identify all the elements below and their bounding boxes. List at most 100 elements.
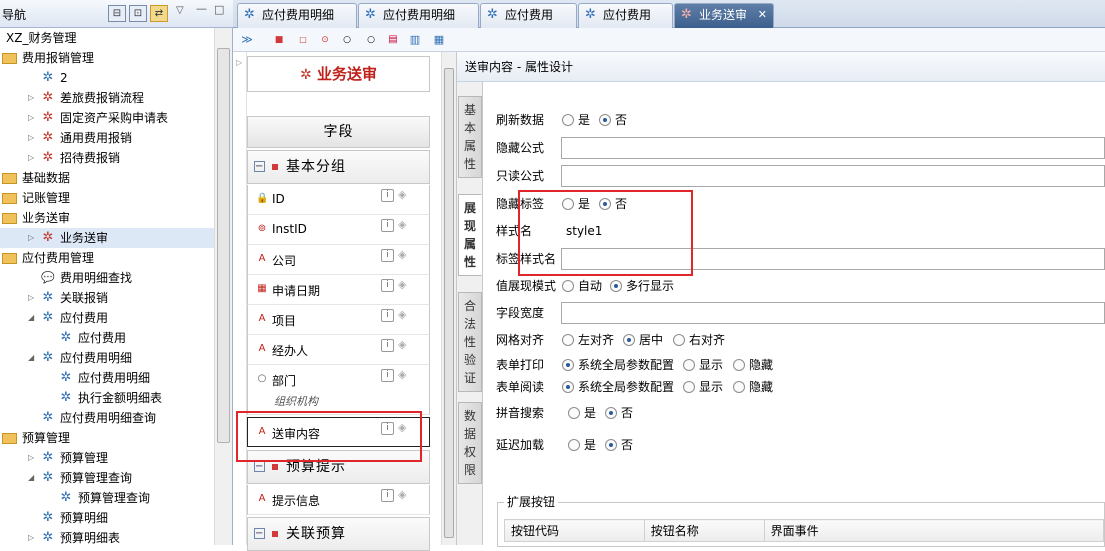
collapsed-arrow-icon[interactable]: ▷ <box>28 234 35 242</box>
collapsed-arrow-icon[interactable]: ▷ <box>28 294 35 302</box>
collapse-group-icon[interactable]: − <box>254 461 265 472</box>
link-editor-button[interactable]: ⇄ <box>150 5 168 22</box>
readonly-formula-input[interactable] <box>561 165 1105 187</box>
read-global-radio[interactable] <box>562 381 574 393</box>
field-item-instid[interactable]: ⊚ InstID i ◈ <box>247 215 430 245</box>
column-header-button-name[interactable]: 按钮名称 <box>643 519 765 542</box>
tab-payable-2[interactable]: ✲ 应付费用 <box>578 3 673 28</box>
circle-tool-icon[interactable]: ○ <box>339 32 355 48</box>
field-width-input[interactable] <box>561 302 1105 324</box>
lazy-yes-radio[interactable] <box>568 439 580 451</box>
diamond-icon[interactable]: ◈ <box>398 308 406 321</box>
field-item-company[interactable]: A 公司 i ◈ <box>247 245 430 275</box>
collapse-icon[interactable]: ≫ <box>239 32 255 48</box>
collapsed-arrow-icon[interactable]: ▷ <box>28 154 35 162</box>
small-square-tool-icon[interactable]: □ <box>295 32 311 48</box>
form-scrollbar-thumb[interactable] <box>444 68 454 538</box>
read-show-radio[interactable] <box>683 381 695 393</box>
tab-validation[interactable]: 合法性验证 <box>458 292 482 392</box>
diamond-icon[interactable]: ◈ <box>398 188 406 201</box>
tree-item[interactable]: 预算管理 <box>0 428 214 448</box>
tree-item[interactable]: ✲ 预算管理查询 <box>0 488 214 508</box>
diamond-icon[interactable]: ◈ <box>398 248 406 261</box>
align-center-radio[interactable] <box>623 334 635 346</box>
field-item-hint-info[interactable]: A 提示信息 i ◈ <box>247 485 430 515</box>
info-icon[interactable]: i <box>381 219 394 232</box>
expanded-arrow-icon[interactable]: ◢ <box>28 314 35 322</box>
column-header-button-code[interactable]: 按钮代码 <box>504 519 645 542</box>
tree-item[interactable]: ✲ 应付费用明细 <box>0 368 214 388</box>
circle-tool-icon-2[interactable]: ○ <box>363 32 379 48</box>
info-icon[interactable]: i <box>381 189 394 202</box>
tree-item[interactable]: ▷ ✲ 预算明细表 <box>0 528 214 546</box>
value-mode-multiline-radio[interactable] <box>610 280 622 292</box>
collapsed-arrow-icon[interactable]: ▷ <box>28 94 35 102</box>
collapsed-arrow-icon[interactable]: ▷ <box>28 534 35 542</box>
tab-business-review[interactable]: ✲ 业务送审 ✕ <box>674 3 774 28</box>
navigator-scrollbar-thumb[interactable] <box>217 48 230 443</box>
grid-tool-icon[interactable]: ▤ <box>385 32 401 48</box>
info-icon[interactable]: i <box>381 489 394 502</box>
diamond-icon[interactable]: ◈ <box>398 488 406 501</box>
field-item-date[interactable]: ▦ 申请日期 i ◈ <box>247 275 430 305</box>
tree-item[interactable]: ▷ ✲ 差旅费报销流程 <box>0 88 214 108</box>
red-square-tool-icon[interactable]: ■ <box>271 32 287 48</box>
view-button[interactable]: ⊡ <box>129 5 147 22</box>
diamond-icon[interactable]: ◈ <box>398 278 406 291</box>
print-show-radio[interactable] <box>683 359 695 371</box>
tab-data-permission[interactable]: 数据权限 <box>458 402 482 484</box>
info-icon[interactable]: i <box>381 279 394 292</box>
value-mode-auto-radio[interactable] <box>562 280 574 292</box>
tab-basic-properties[interactable]: 基本属性 <box>458 96 482 178</box>
expanded-arrow-icon[interactable]: ◢ <box>28 474 35 482</box>
tree-item[interactable]: ◢ ✲ 预算管理查询 <box>0 468 214 488</box>
tree-item[interactable]: 基础数据 <box>0 168 214 188</box>
tree-item[interactable]: ✲ 应付费用明细查询 <box>0 408 214 428</box>
info-icon[interactable]: i <box>381 369 394 382</box>
expanded-arrow-icon[interactable]: ◢ <box>28 354 35 362</box>
tree-item[interactable]: ◢ ✲ 应付费用 <box>0 308 214 328</box>
tree-item[interactable]: 记账管理 <box>0 188 214 208</box>
collapse-group-icon[interactable]: − <box>254 161 265 172</box>
collapse-all-button[interactable]: ⊟ <box>108 5 126 22</box>
navigator-scrollbar[interactable] <box>214 28 232 545</box>
tree-item[interactable]: ▷ ✲ 招待费报销 <box>0 148 214 168</box>
collapse-group-icon[interactable]: − <box>254 528 265 539</box>
collapsed-arrow-icon[interactable]: ▷ <box>28 114 35 122</box>
tree-item[interactable]: ✲ 执行金额明细表 <box>0 388 214 408</box>
tree-item[interactable]: ▷ ✲ 通用费用报销 <box>0 128 214 148</box>
maximize-icon[interactable]: □ <box>214 3 224 16</box>
book-tool-icon[interactable]: ▦ <box>431 32 447 48</box>
tree-item[interactable]: ✲ 预算明细 <box>0 508 214 528</box>
refresh-no-radio[interactable] <box>599 114 611 126</box>
refresh-yes-radio[interactable] <box>562 114 574 126</box>
group-basic[interactable]: − 基本分组 <box>247 150 430 184</box>
hidden-formula-input[interactable] <box>561 137 1105 159</box>
field-item-project[interactable]: A 项目 i ◈ <box>247 305 430 335</box>
tree-item[interactable]: ▷ ✲ 业务送审 <box>0 228 214 248</box>
radio-tool-icon[interactable]: ⊙ <box>317 32 333 48</box>
read-hide-radio[interactable] <box>733 381 745 393</box>
tab-payable-1[interactable]: ✲ 应付费用 <box>480 3 577 28</box>
align-left-radio[interactable] <box>562 334 574 346</box>
tree-item[interactable]: ▷ ✲ 固定资产采购申请表 <box>0 108 214 128</box>
info-icon[interactable]: i <box>381 309 394 322</box>
pinyin-yes-radio[interactable] <box>568 407 580 419</box>
tree-item[interactable]: ◢ ✲ 应付费用明细 <box>0 348 214 368</box>
tree-item[interactable]: XZ_财务管理 <box>0 28 214 48</box>
collapsed-arrow-icon[interactable]: ▷ <box>28 134 35 142</box>
field-item-id[interactable]: 🔒 ID i ◈ <box>247 185 430 215</box>
field-item-department[interactable]: ○ 部门 i ◈ 组织机构 <box>247 365 430 415</box>
tree-item[interactable]: ✲ 应付费用 <box>0 328 214 348</box>
tree-item[interactable]: 应付费用管理 <box>0 248 214 268</box>
tree-item[interactable]: 业务送审 <box>0 208 214 228</box>
diamond-icon[interactable]: ◈ <box>398 368 406 381</box>
tab-payable-detail-1[interactable]: ✲ 应付费用明细 <box>237 3 357 28</box>
print-hide-radio[interactable] <box>733 359 745 371</box>
view-menu-icon[interactable]: ▽ <box>176 5 184 16</box>
field-item-handler[interactable]: A 经办人 i ◈ <box>247 335 430 365</box>
pinyin-no-radio[interactable] <box>605 407 617 419</box>
expand-arrow-icon[interactable]: ▷ <box>236 58 242 67</box>
align-right-radio[interactable] <box>673 334 685 346</box>
tab-display-properties[interactable]: 展现属性 <box>458 194 482 276</box>
